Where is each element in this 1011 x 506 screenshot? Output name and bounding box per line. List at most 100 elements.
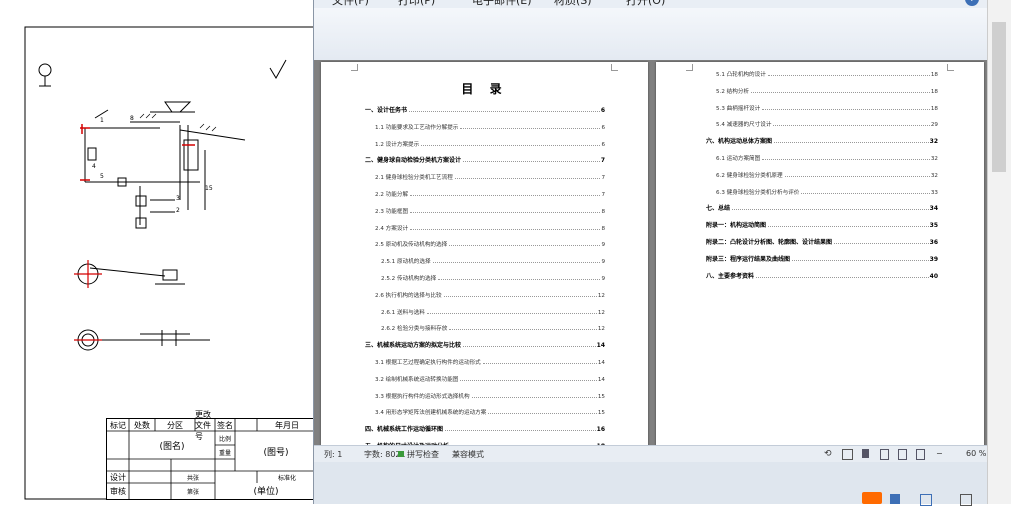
tb-unit: (单位) xyxy=(253,486,279,497)
toc-entry-page: 7 xyxy=(601,192,605,198)
tb-small-cell: 比例 xyxy=(218,435,231,443)
input-method-icon[interactable] xyxy=(890,494,900,504)
toc-entry[interactable]: 5.4 减速器的尺寸设计 29 xyxy=(716,118,938,128)
tb-row-label: 设计 xyxy=(110,472,126,482)
scrollbar-thumb[interactable] xyxy=(992,22,1006,172)
toc-entry[interactable]: 2.5.1 原动机的选择 9 xyxy=(381,255,605,265)
toc-leader xyxy=(732,209,929,211)
tb-row-label: 审核 xyxy=(110,486,126,496)
toc-entry[interactable]: 附录二：凸轮设计分析图、轮廓图、设计结果图 36 xyxy=(706,236,938,246)
toc-entry[interactable]: 5.2 结构分析 18 xyxy=(716,85,938,95)
tray-icon[interactable] xyxy=(920,494,932,506)
toc-entry-label: 6.2 健身球检验分类机原理 xyxy=(716,172,783,179)
tb-header-cell: 标记 xyxy=(110,420,126,430)
toc-entry-label: 2.4 方案设计 xyxy=(375,225,409,232)
toc-entry-page: 36 xyxy=(929,239,938,246)
toc-entry[interactable]: 附录三：程序运行结果及曲线图 39 xyxy=(706,253,938,263)
toc-leader xyxy=(488,413,597,415)
toc-entry[interactable]: 3.2 绘制机械系统运动转换功能图 14 xyxy=(375,373,605,383)
toc-entry[interactable]: 3.3 根据执行构件的运动形式选择机构 15 xyxy=(375,390,605,400)
toc-leader xyxy=(463,161,600,163)
menu-material[interactable]: 材质(S) xyxy=(554,0,592,8)
toc-entry[interactable]: 2.5 原动机及传动机构的选择 9 xyxy=(375,238,605,248)
toc-entry[interactable]: 附录一：机构运动简图 35 xyxy=(706,219,938,229)
cad-drawing-area: 1 8 4 5 3 2 15 标记 处数 分区 更改文件号 签名 年月日 (图名… xyxy=(0,0,330,504)
toc-leader xyxy=(449,245,601,247)
toc-leader xyxy=(767,75,930,76)
toc-leader xyxy=(762,159,930,160)
toc-entry[interactable]: 3.4 用形态学矩阵法创建机械系统的运动方案 15 xyxy=(375,406,605,416)
toc-leader xyxy=(426,312,597,314)
toc-entry[interactable]: 2.4 方案设计 8 xyxy=(375,222,605,232)
toc-entry[interactable]: 三、机械系统运动方案的拟定与比较 14 xyxy=(365,339,605,349)
toc-entry[interactable]: 2.6.1 送料与选料 12 xyxy=(381,306,605,316)
preview-canvas[interactable]: 目 录 一、设计任务书 6 1.1 功能要求及工艺动作分解提示 6 1.2 设计方案提示… xyxy=(314,60,989,445)
tray-icon[interactable] xyxy=(960,494,972,506)
toc-entry-label: 1.2 设计方案提示 xyxy=(375,141,420,148)
toc-entry-label: 5.3 曲柄摇杆设计 xyxy=(716,105,761,112)
toc-entry[interactable]: 5.3 曲柄摇杆设计 18 xyxy=(716,102,938,112)
toc-entry-label: 2.5.1 原动机的选择 xyxy=(381,259,431,266)
toc-entry[interactable]: 一、设计任务书 6 xyxy=(365,104,605,114)
tb-header-cell: 年月日 xyxy=(275,420,299,430)
menu-print[interactable]: 打印(P) xyxy=(398,0,435,8)
vertical-scrollbar[interactable] xyxy=(987,0,1011,504)
menu-bar: 文件(F) 打印(P) 电子邮件(E) 材质(S) 打开(O) ? xyxy=(314,0,989,8)
menu-file[interactable]: 文件(F) xyxy=(332,0,369,8)
multi-page-icon[interactable] xyxy=(880,449,889,460)
toc-entry-page: 40 xyxy=(929,272,938,280)
toc-entry[interactable]: 6.2 健身球检验分类机原理 32 xyxy=(716,169,938,179)
toc-entry-page: 33 xyxy=(930,189,938,196)
toc-entry-page: 12 xyxy=(597,326,605,333)
toc-entry[interactable]: 四、机械系统工作运动循环图 16 xyxy=(365,423,605,433)
tb-drawing-number: (图号) xyxy=(263,447,289,458)
toc-entry-page: 6 xyxy=(600,107,605,114)
zoom-out-icon[interactable]: − xyxy=(936,449,943,458)
zoom-level: 60 % xyxy=(966,449,987,458)
toc-entry-page: 14 xyxy=(597,360,605,366)
toc-entry[interactable]: 2.6.2 检验分类与接料存放 12 xyxy=(381,322,605,332)
toc-entry-page: 29 xyxy=(930,122,938,129)
toc-entry[interactable]: 2.3 功能框图 8 xyxy=(375,205,605,215)
part-label: 8 xyxy=(130,115,134,122)
toc-entry-page: 15 xyxy=(597,410,605,417)
toc-entry[interactable]: 2.5.2 传动机构的选择 9 xyxy=(381,272,605,282)
help-icon[interactable]: ? xyxy=(965,0,979,6)
toc-entry-label: 3.3 根据执行构件的运动形式选择机构 xyxy=(375,393,470,400)
toc-entry[interactable]: 6.3 健身球检验分类机分析与评价 33 xyxy=(716,186,938,196)
toc-entry[interactable]: 二、健身球自动检验分类机方案设计 7 xyxy=(365,154,605,164)
toc-entry[interactable]: 6.1 运动方案简图 32 xyxy=(716,152,938,162)
toc-leader xyxy=(774,142,929,144)
menu-email[interactable]: 电子邮件(E) xyxy=(472,0,532,8)
toc-entry-page: 18 xyxy=(930,88,938,95)
toc-entry[interactable]: 七、总结 34 xyxy=(706,202,938,212)
toc-leader xyxy=(421,144,601,146)
toc-entry[interactable]: 1.1 功能要求及工艺动作分解提示 6 xyxy=(375,121,605,131)
toc-entry[interactable]: 5.1 凸轮机构的设计 18 xyxy=(716,68,938,78)
toc-entry[interactable]: 2.2 功能分解 7 xyxy=(375,188,605,198)
toc-entry-label: 5.1 凸轮机构的设计 xyxy=(716,72,766,78)
refresh-icon[interactable]: ⟲ xyxy=(824,449,832,459)
single-page-icon[interactable] xyxy=(862,449,869,458)
menu-open[interactable]: 打开(O) xyxy=(626,0,665,8)
toc-entry-label: 6.3 健身球检验分类机分析与评价 xyxy=(716,189,800,196)
toc-entry-label: 2.6.2 检验分类与接料存放 xyxy=(381,326,448,333)
toc-entry-page: 32 xyxy=(929,138,938,146)
toc-entry[interactable]: 2.1 健身球检验分类机工艺流程 7 xyxy=(375,171,605,181)
toc-entry[interactable]: 2.6 执行机构的选择与比较 12 xyxy=(375,289,605,299)
fit-page-icon[interactable] xyxy=(842,449,853,460)
outline-view-icon[interactable] xyxy=(898,449,907,460)
tb-small-cell: 第张 xyxy=(186,488,199,496)
toc-entry-page: 14 xyxy=(596,342,605,350)
toc-entry[interactable]: 八、主要参考资料 40 xyxy=(706,270,938,280)
toc-entry[interactable]: 1.2 设计方案提示 6 xyxy=(375,138,605,148)
toc-entry-page: 32 xyxy=(930,172,938,179)
ribbon-toolbar xyxy=(314,8,989,61)
app-tray-icon[interactable] xyxy=(862,492,882,504)
toc-entry[interactable]: 3.1 根据工艺过程确定执行构件的运动形式 14 xyxy=(375,356,605,366)
status-spellcheck[interactable]: 拼写检查 xyxy=(407,449,439,460)
toc-leader xyxy=(410,195,601,196)
toc-entry[interactable]: 六、机构运动总体方案图 32 xyxy=(706,135,938,145)
web-view-icon[interactable] xyxy=(916,449,925,460)
toc-entry-label: 一、设计任务书 xyxy=(365,107,408,114)
